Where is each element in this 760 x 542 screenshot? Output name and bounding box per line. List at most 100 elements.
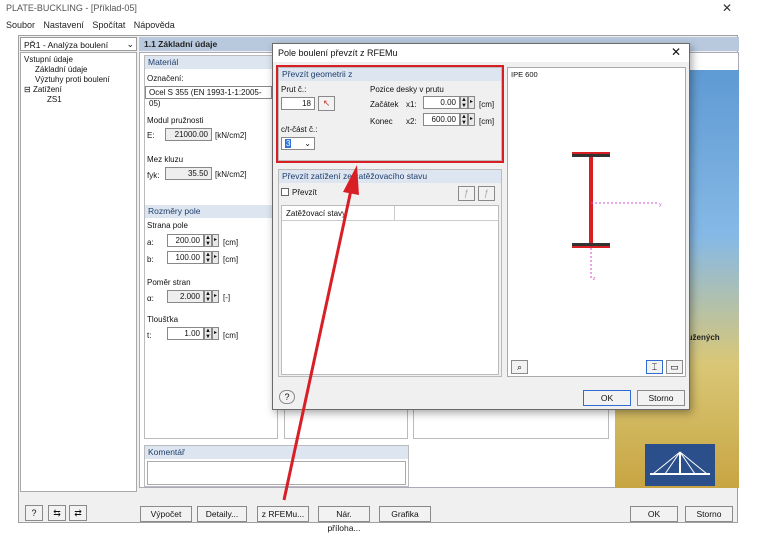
b-field[interactable]: 100.00	[167, 251, 204, 264]
import-button[interactable]: ⇄	[69, 505, 87, 521]
a-spinner[interactable]: ▲ ▼	[204, 234, 212, 247]
help-button[interactable]: ?	[25, 505, 43, 521]
thickness-label: Tloušťka	[147, 315, 179, 324]
dialog-help-button[interactable]: ?	[279, 390, 295, 404]
svg-text:z: z	[593, 276, 596, 282]
plate-icon: ▭	[670, 362, 679, 372]
tree-item-input[interactable]: Vstupní údaje	[24, 55, 73, 64]
dialog-ok-button[interactable]: OK	[583, 390, 631, 406]
alpha-arrow-button[interactable]: ▸	[212, 290, 219, 303]
ok-button[interactable]: OK	[630, 506, 678, 522]
alpha-field[interactable]: 2.000	[167, 290, 204, 303]
t-arrow-button[interactable]: ▸	[212, 327, 219, 340]
e-unit: [kN/cm2]	[215, 131, 247, 140]
case-selector-value: PŘ1 - Analýza boulení	[24, 40, 109, 50]
window-close-button[interactable]: ✕	[722, 1, 732, 15]
i-section-icon: ⌶	[651, 362, 658, 372]
svg-text:y: y	[659, 202, 662, 208]
export-icon: ⇆	[53, 508, 61, 518]
import-loads-label: Převzít	[292, 188, 317, 197]
t-unit: [cm]	[223, 331, 239, 340]
formula-icon: ƒ	[463, 188, 469, 198]
fy-field[interactable]: 35.50	[165, 167, 212, 180]
side-label: Strana pole	[147, 221, 188, 230]
help-icon: ?	[284, 392, 290, 402]
highlight-box	[276, 65, 504, 163]
tree-item-lc1[interactable]: ZS1	[47, 95, 62, 104]
comment-group: Komentář	[144, 445, 409, 487]
dialog-title-bar: Pole boulení převzít z RFEMu ✕	[273, 44, 689, 62]
table-divider	[282, 220, 498, 221]
from-rfem-button[interactable]: z RFEMu...	[257, 506, 309, 522]
a-unit: [cm]	[223, 238, 239, 247]
a-arrow-button[interactable]: ▸	[212, 234, 219, 247]
help-icon: ?	[31, 508, 37, 518]
b-unit: [cm]	[223, 255, 239, 264]
modulus-label: Modul pružnosti	[147, 116, 204, 125]
bridge-logo	[645, 444, 715, 486]
a-label: a:	[147, 238, 154, 247]
b-label: b:	[147, 255, 154, 264]
loads-title: Převzít zatížení ze zatěžovacího stavu	[279, 170, 501, 183]
t-field[interactable]: 1.00	[167, 327, 204, 340]
material-title: Materiál	[145, 56, 277, 69]
tree-item-loads[interactable]: ⊟ Zatížení	[24, 85, 62, 94]
comment-title: Komentář	[145, 446, 408, 459]
import-loads-checkbox[interactable]	[281, 188, 289, 196]
menu-nastaveni[interactable]: Nastavení	[43, 20, 84, 30]
load-cases-table: Zatěžovací stavy	[281, 205, 499, 375]
title-bar: PLATE-BUCKLING - [Příklad-05] ✕	[0, 0, 760, 18]
export-button[interactable]: ⇆	[48, 505, 66, 521]
navigator-tree: Vstupní údaje Základní údaje Výztuhy pro…	[20, 52, 137, 492]
t-spinner[interactable]: ▲ ▼	[204, 327, 212, 340]
alpha-label: α:	[147, 294, 154, 303]
material-select[interactable]: Ocel S 355 (EN 1993-1-1:2005-05)	[145, 86, 272, 108]
loads-tool-2[interactable]: ƒ	[478, 186, 495, 201]
menu-napoveda[interactable]: Nápověda	[134, 20, 175, 30]
dialog-close-button[interactable]: ✕	[671, 45, 681, 59]
alpha-spinner[interactable]: ▲ ▼	[204, 290, 212, 303]
calc-button[interactable]: Výpočet	[140, 506, 192, 522]
details-button[interactable]: Detaily...	[197, 506, 247, 522]
b-spinner[interactable]: ▲ ▼	[204, 251, 212, 264]
b-arrow-button[interactable]: ▸	[212, 251, 219, 264]
table-column-divider	[394, 206, 395, 220]
window-title: PLATE-BUCKLING - [Příklad-05]	[6, 3, 137, 13]
tree-item-loads-label: Zatížení	[32, 85, 62, 94]
e-field[interactable]: 21000.00	[165, 128, 212, 141]
t-label: t:	[147, 331, 152, 340]
zoom-icon: ⌕	[516, 362, 523, 372]
preview-tool-button[interactable]: ⌕	[511, 360, 528, 374]
tree-item-stiffeners[interactable]: Výztuhy proti boulení	[35, 75, 110, 84]
designation-label: Označení:	[147, 74, 184, 83]
view-section-button[interactable]: ⌶	[646, 360, 663, 374]
menu-bar: Soubor Nastavení Spočítat Nápověda	[0, 18, 760, 34]
menu-spocitat[interactable]: Spočítat	[92, 20, 125, 30]
fy-label: fyk:	[147, 171, 160, 180]
panel-title: 1.1 Základní údaje	[144, 39, 218, 49]
collapse-icon[interactable]: ⊟	[24, 85, 33, 94]
ipe-section-drawing: y z	[572, 152, 662, 282]
cancel-button[interactable]: Storno	[685, 506, 733, 522]
dialog-cancel-button[interactable]: Storno	[637, 390, 685, 406]
graphics-button[interactable]: Grafika	[379, 506, 431, 522]
fy-unit: [kN/cm2]	[215, 170, 247, 179]
formula-grid-icon: ƒ	[483, 188, 489, 198]
alpha-unit: [-]	[223, 293, 231, 302]
view-plate-button[interactable]: ▭	[666, 360, 683, 374]
case-selector[interactable]: PŘ1 - Analýza boulení ⌄	[20, 37, 137, 51]
a-field[interactable]: 200.00	[167, 234, 204, 247]
loads-tool-1[interactable]: ƒ	[458, 186, 475, 201]
ratio-label: Poměr stran	[147, 278, 191, 287]
dimensions-title: Rozměry pole	[145, 205, 277, 218]
chevron-down-icon: ⌄	[126, 39, 134, 49]
import-icon: ⇄	[74, 508, 82, 518]
e-label: E:	[147, 131, 155, 140]
load-cases-header: Zatěžovací stavy	[286, 209, 347, 218]
material-group: Materiál	[144, 55, 278, 439]
comment-input[interactable]	[147, 461, 406, 485]
national-annex-button[interactable]: Nár. příloha...	[318, 506, 370, 533]
menu-soubor[interactable]: Soubor	[6, 20, 35, 30]
tree-item-basic[interactable]: Základní údaje	[35, 65, 87, 74]
section-preview: IPE 600 y z ⌕ ⌶ ▭	[507, 67, 686, 377]
